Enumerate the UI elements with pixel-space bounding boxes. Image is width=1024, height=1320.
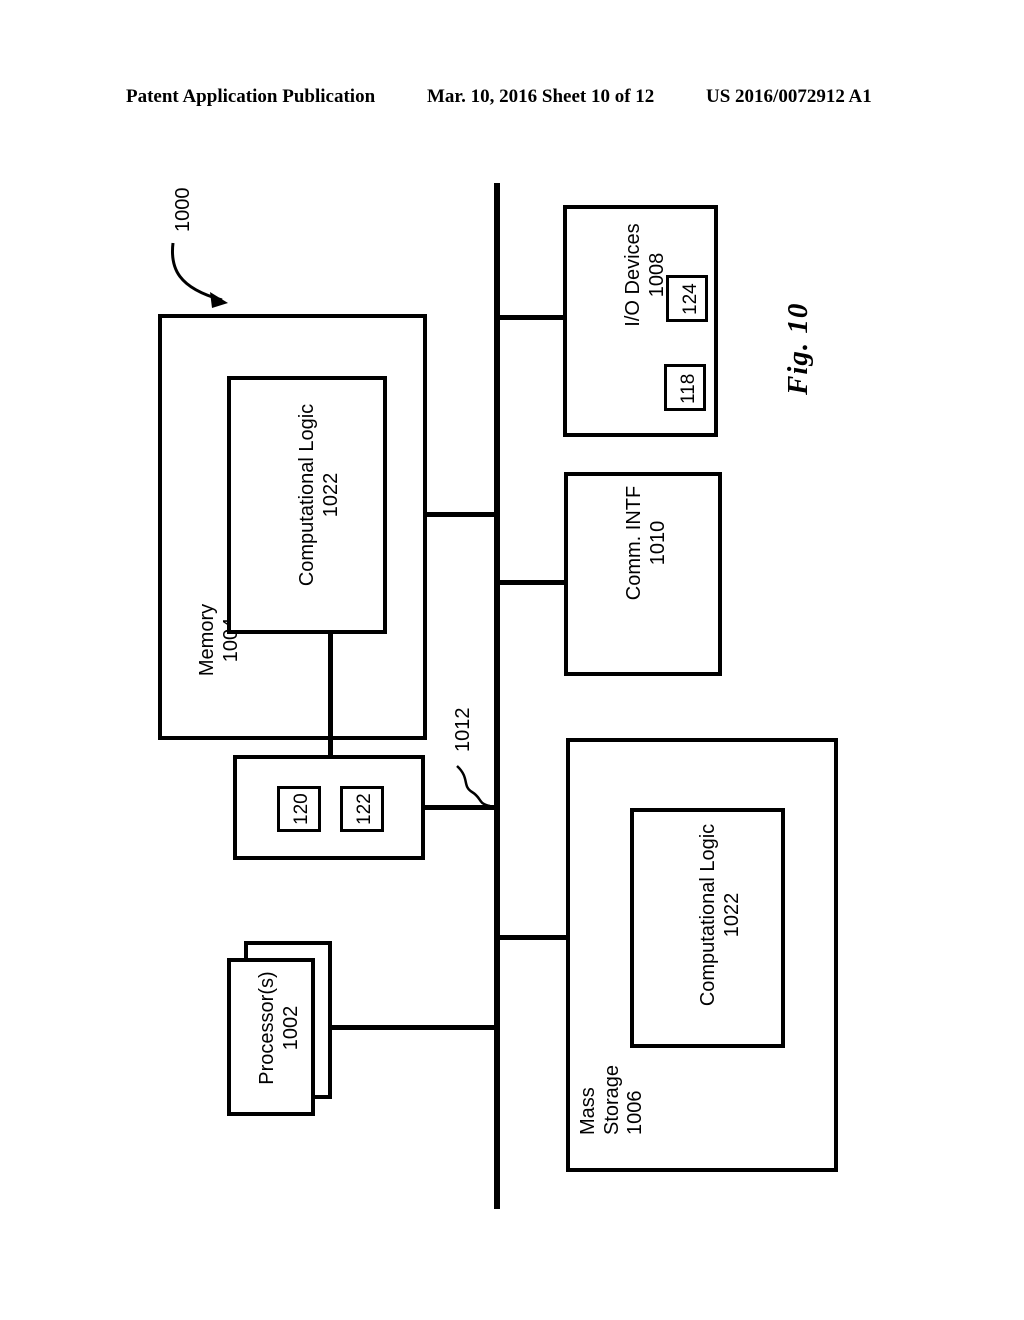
bus-branch-accelerators [424,805,497,810]
bus-ref-leader [456,765,491,808]
processors-label: Processor(s) 1002 [256,958,303,1098]
memory-computational-logic-label: Computational Logic 1022 [296,370,343,620]
accelerator-container-block [233,755,425,860]
memory-computational-logic-ref-text: 1022 [319,472,342,518]
figure-caption: Fig. 10 [782,302,814,395]
bus-ref-1012: 1012 [452,707,474,753]
io-devices-label-text: I/O Devices [622,223,644,327]
mass-storage-computational-logic-label-text: Computational Logic [697,823,719,1007]
processors-label-text: Processor(s) [256,971,278,1085]
comm-intf-label-text: Comm. INTF [623,485,645,601]
mass-storage-ref-text: 1006 [624,1090,647,1136]
system-bus-line [494,183,500,1209]
mass-storage-computational-logic-ref-text: 1022 [720,892,743,938]
system-ref-arrow-curve [170,242,223,302]
system-ref-arrowhead [210,292,228,308]
leader-line-overlay [170,242,491,808]
connector-memory-to-accelerators [328,630,333,760]
processors-ref-text: 1002 [279,1005,302,1051]
io-devices-label: I/O Devices 1008 [622,200,669,350]
memory-label-text: Memory [196,603,218,677]
io-box-124-ref: 124 [680,283,701,315]
bus-branch-io-devices [497,315,565,320]
bus-branch-comm-intf [497,580,567,585]
system-ref-1000: 1000 [172,187,194,233]
bus-branch-processors [330,1025,497,1030]
mass-storage-label-line1: Mass [577,1087,599,1135]
comm-intf-label: Comm. INTF 1010 [623,468,670,618]
memory-computational-logic-label-text: Computational Logic [296,403,318,587]
mass-storage-computational-logic-label: Computational Logic 1022 [697,790,744,1040]
comm-intf-ref-text: 1010 [646,520,669,566]
accelerator-box-120-ref: 120 [291,793,312,825]
figure-drawing: Memory 1004 Computational Logic 1022 120… [0,0,1024,1320]
mass-storage-label-line2: Storage [600,1064,623,1135]
io-devices-ref-text: 1008 [645,252,668,298]
bus-branch-mass-storage [497,935,568,940]
io-box-118-ref: 118 [678,373,699,404]
bus-branch-memory [427,512,497,517]
accelerator-box-122-ref: 122 [354,793,375,825]
